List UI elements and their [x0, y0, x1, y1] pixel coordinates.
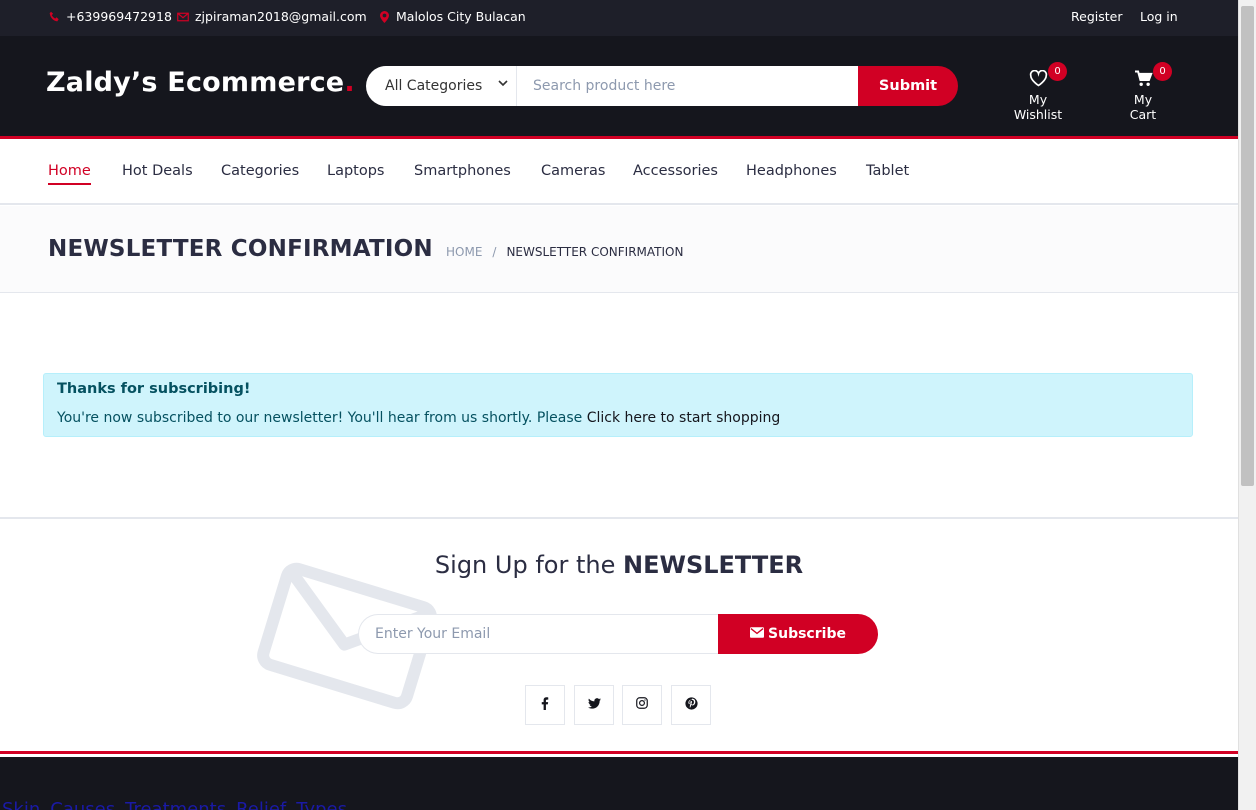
start-shopping-link[interactable]: Click here to start shopping	[587, 410, 781, 426]
logo-dot: .	[344, 67, 355, 98]
wishlist-label: My Wishlist	[1013, 92, 1063, 122]
nav-item-hot-deals[interactable]: Hot Deals	[122, 163, 193, 179]
main-navigation: Home Hot Deals Categories Laptops Smartp…	[0, 142, 1238, 205]
wishlist-count-badge: 0	[1048, 62, 1067, 81]
nav-item-headphones[interactable]: Headphones	[746, 163, 837, 179]
newsletter-headline-bold: NEWSLETTER	[622, 551, 804, 579]
footer-link[interactable]: Treatments	[125, 799, 226, 810]
location-contact[interactable]: Malolos City Bulacan	[378, 9, 526, 24]
page: +639969472918 zjpiraman2018@gmail.com Ma…	[0, 0, 1256, 810]
instagram-icon	[636, 697, 648, 713]
chevron-down-icon	[498, 78, 508, 91]
category-select-value: All Categories	[385, 78, 483, 94]
twitter-link[interactable]	[574, 685, 614, 725]
newsletter-email-input[interactable]: Enter Your Email	[358, 614, 718, 654]
facebook-icon	[541, 696, 549, 714]
logo-text: Zaldy’s Ecommerce	[46, 67, 345, 98]
alert-message: You're now subscribed to our newsletter!…	[57, 410, 780, 426]
map-marker-icon	[378, 10, 390, 23]
alert-heading: Thanks for subscribing!	[57, 381, 251, 397]
cart-label: My Cart	[1129, 92, 1157, 122]
scrollbar-thumb[interactable]	[1241, 6, 1254, 486]
breadcrumb-separator: /	[492, 245, 497, 259]
wishlist-link[interactable]: My Wishlist 0	[1003, 62, 1073, 122]
facebook-link[interactable]	[525, 685, 565, 725]
nav-item-accessories[interactable]: Accessories	[633, 163, 718, 179]
cart-link[interactable]: My Cart 0	[1119, 62, 1172, 122]
login-link[interactable]: Log in	[1140, 9, 1178, 24]
newsletter-headline: Sign Up for the NEWSLETTER	[0, 551, 1238, 579]
top-bar: +639969472918 zjpiraman2018@gmail.com Ma…	[0, 0, 1238, 36]
instagram-link[interactable]	[622, 685, 662, 725]
subscription-alert: Thanks for subscribing! You're now subsc…	[43, 373, 1193, 437]
envelope-icon	[750, 626, 765, 642]
phone-icon	[48, 11, 60, 22]
nav-item-home[interactable]: Home	[48, 163, 91, 185]
subscribe-label: Subscribe	[768, 626, 846, 642]
location-text: Malolos City Bulacan	[396, 9, 526, 24]
nav-item-cameras[interactable]: Cameras	[541, 163, 605, 179]
category-select[interactable]: All Categories	[366, 66, 517, 106]
search-submit-button[interactable]: Submit	[858, 66, 958, 106]
email-text: zjpiraman2018@gmail.com	[195, 9, 367, 24]
phone-contact[interactable]: +639969472918	[48, 9, 172, 24]
footer-links: Skin Causes Treatments Relief Types	[2, 799, 347, 810]
breadcrumb: HOME / NEWSLETTER CONFIRMATION	[446, 245, 683, 259]
phone-text: +639969472918	[66, 9, 172, 24]
nav-item-smartphones[interactable]: Smartphones	[414, 163, 511, 179]
newsletter-headline-prefix: Sign Up for the	[434, 551, 623, 579]
search-input[interactable]: Search product here	[517, 66, 858, 106]
email-contact[interactable]: zjpiraman2018@gmail.com	[177, 9, 367, 24]
footer-link[interactable]: Skin	[2, 799, 40, 810]
alert-message-text: You're now subscribed to our newsletter!…	[57, 410, 587, 426]
footer-link[interactable]: Types	[296, 799, 347, 810]
logo[interactable]: Zaldy’s Ecommerce.	[46, 67, 355, 98]
footer: Skin Causes Treatments Relief Types	[0, 757, 1238, 810]
footer-link[interactable]: Causes	[50, 799, 115, 810]
vertical-scrollbar[interactable]	[1238, 0, 1256, 810]
footer-link[interactable]: Relief	[236, 799, 286, 810]
nav-item-laptops[interactable]: Laptops	[327, 163, 384, 179]
envelope-icon	[177, 12, 189, 22]
page-title: NEWSLETTER CONFIRMATION	[48, 236, 433, 262]
main-header: Zaldy’s Ecommerce. All Categories Search…	[0, 36, 1238, 139]
search-form: All Categories Search product here Submi…	[366, 66, 958, 106]
nav-item-categories[interactable]: Categories	[221, 163, 299, 179]
twitter-icon	[587, 697, 601, 713]
nav-item-tablet[interactable]: Tablet	[866, 163, 909, 179]
register-link[interactable]: Register	[1071, 9, 1122, 24]
breadcrumb-current: NEWSLETTER CONFIRMATION	[506, 245, 684, 259]
breadcrumb-home-link[interactable]: HOME	[446, 245, 482, 259]
subscribe-button[interactable]: Subscribe	[718, 614, 878, 654]
pinterest-link[interactable]	[671, 685, 711, 725]
pinterest-icon	[684, 696, 698, 714]
cart-count-badge: 0	[1153, 62, 1172, 81]
breadcrumb-section: NEWSLETTER CONFIRMATION HOME / NEWSLETTER …	[0, 206, 1238, 293]
newsletter-section: Sign Up for the NEWSLETTER Enter Your Em…	[0, 517, 1238, 754]
